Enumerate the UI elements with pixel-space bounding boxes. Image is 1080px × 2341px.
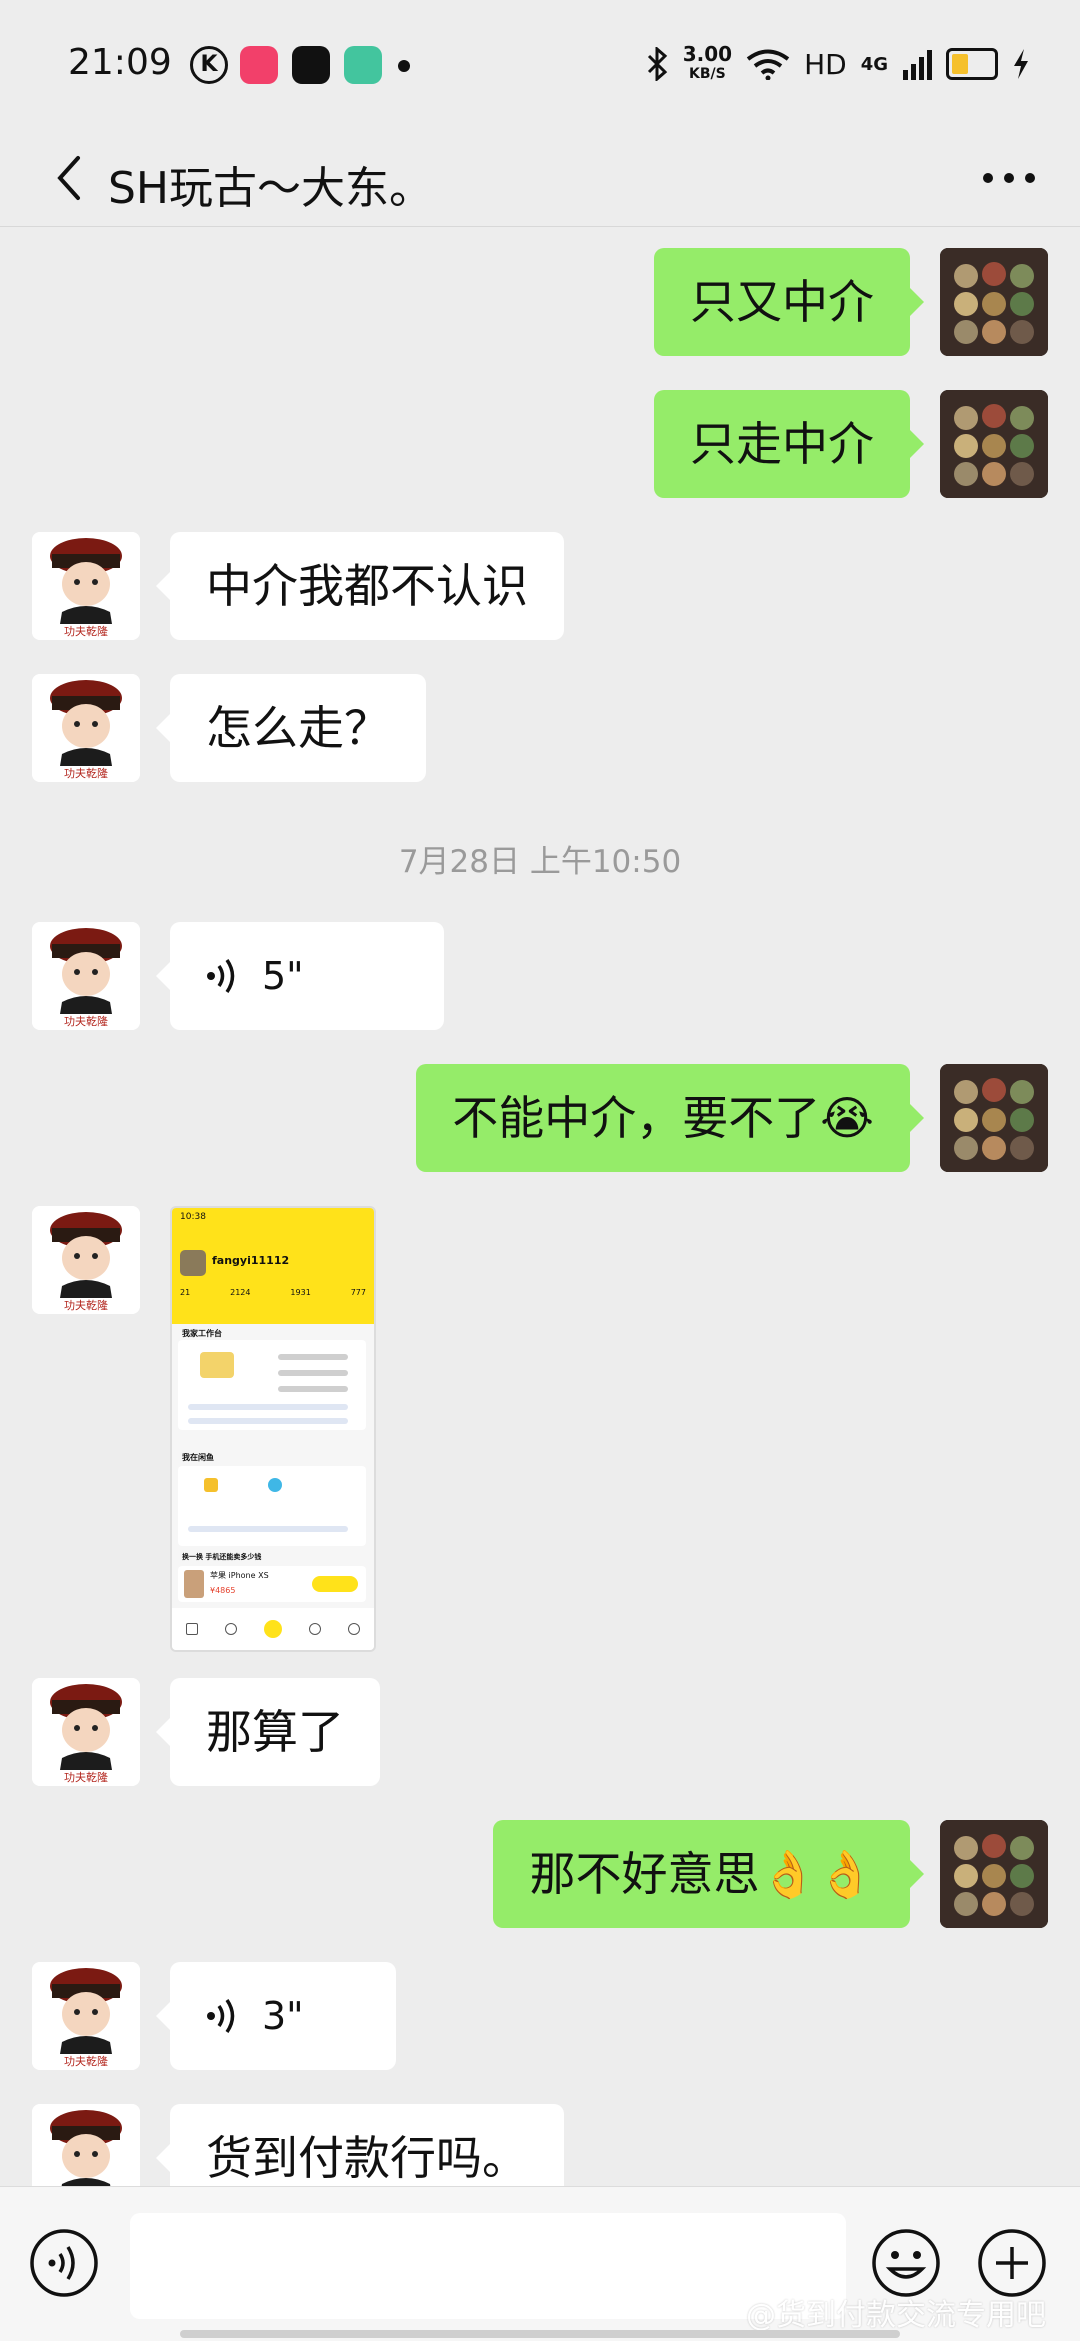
stat-value: 21 <box>180 1288 191 1297</box>
chat-header: SH玩古～大东。 <box>0 130 1080 227</box>
thumbnail-badge <box>200 1352 234 1378</box>
voice-wave-icon <box>207 959 235 993</box>
thumbnail-section-title: 我家工作台 <box>182 1329 222 1338</box>
my-avatar[interactable] <box>940 248 1048 356</box>
message-input[interactable] <box>130 2213 846 2319</box>
thumbnail-stats: 21 2124 1931 777 <box>180 1288 366 1297</box>
incoming-message-bubble[interactable]: 中介我都不认识 <box>156 532 564 640</box>
hd-label: HD <box>804 47 847 81</box>
incoming-message-bubble[interactable]: 那算了 <box>156 1678 380 1786</box>
status-right-group: 3.00 KB/S HD 4G <box>647 42 1030 86</box>
contact-avatar[interactable]: 功夫乾隆 <box>32 1962 140 2070</box>
thumbnail-phone-price: ¥4865 <box>210 1586 236 1595</box>
thumbnail-avatar <box>180 1250 206 1276</box>
contact-avatar[interactable]: 功夫乾隆 <box>32 674 140 782</box>
charging-icon <box>1014 49 1028 79</box>
network-speed: 3.00 KB/S <box>683 44 732 84</box>
more-options-icon[interactable] <box>974 150 1044 206</box>
add-attachment-icon[interactable] <box>976 2227 1048 2299</box>
speed-value: 3.00 <box>682 42 733 66</box>
contact-avatar[interactable]: 功夫乾隆 <box>32 1678 140 1786</box>
svg-text:功夫乾隆: 功夫乾隆 <box>64 1298 108 1312</box>
svg-text:功夫乾隆: 功夫乾隆 <box>64 766 108 780</box>
emoji-icon[interactable] <box>870 2227 942 2299</box>
video-app-icon <box>240 46 278 84</box>
contact-avatar[interactable]: 功夫乾隆 <box>32 532 140 640</box>
thumbnail-time: 10:38 <box>180 1212 206 1222</box>
voice-message-bubble[interactable]: 5" <box>156 922 444 1030</box>
tiktok-icon <box>292 46 330 84</box>
contact-avatar[interactable]: 功夫乾隆 <box>32 922 140 1030</box>
thumbnail-username: fangyi11112 <box>212 1254 290 1267</box>
outgoing-message-bubble[interactable]: 只走中介 <box>654 390 924 498</box>
bluetooth-icon <box>647 47 667 81</box>
incoming-message-bubble[interactable]: 怎么走？ <box>156 674 426 782</box>
thumbnail-card <box>178 1340 366 1430</box>
network-label: 4G <box>860 53 888 75</box>
wifi-icon <box>746 49 790 80</box>
status-bar: 21:09 K 3.00 KB/S HD 4G <box>0 0 1080 130</box>
voice-input-toggle-icon[interactable] <box>28 2227 100 2299</box>
thumbnail-card-2 <box>178 1466 366 1546</box>
voice-duration: 3" <box>262 1994 304 2038</box>
svg-text:功夫乾隆: 功夫乾隆 <box>64 624 108 638</box>
thumbnail-section-title-2: 我在闲鱼 <box>182 1453 214 1462</box>
message-list[interactable]: 只又中介 只走中介 功夫乾隆 中介我都不认识 功夫乾隆 怎么走？ 7月28日 上… <box>0 226 1080 2186</box>
voice-message-bubble[interactable]: 3" <box>156 1962 396 2070</box>
svg-text:功夫乾隆: 功夫乾隆 <box>64 1014 108 1028</box>
my-avatar[interactable] <box>940 1820 1048 1928</box>
stat-value: 2124 <box>230 1288 251 1297</box>
svg-text:功夫乾隆: 功夫乾隆 <box>64 1770 108 1784</box>
battery-icon <box>946 48 998 80</box>
notification-dot <box>398 60 410 72</box>
thumbnail-phone-row: 苹果 iPhone XS ¥4865 <box>178 1566 366 1602</box>
my-avatar[interactable] <box>940 390 1048 498</box>
outgoing-message-bubble[interactable]: 不能中介，要不了😭 <box>416 1064 924 1172</box>
thumbnail-tabbar <box>172 1608 374 1650</box>
svg-text:功夫乾隆: 功夫乾隆 <box>64 2054 108 2068</box>
contact-avatar[interactable]: 功夫乾隆 <box>32 1206 140 1314</box>
speed-unit: KB/S <box>689 66 726 82</box>
chat-title: SH玩古～大东。 <box>108 163 434 214</box>
status-time: 21:09 <box>68 42 172 83</box>
incoming-message-bubble[interactable]: 货到付款行吗。 <box>156 2104 564 2186</box>
voice-duration: 5" <box>262 954 304 998</box>
contact-avatar[interactable]: 功夫乾隆 <box>32 2104 140 2186</box>
voice-wave-icon <box>207 1999 235 2033</box>
message-timestamp: 7月28日 上午10:50 <box>398 844 682 880</box>
gesture-bar[interactable] <box>180 2330 900 2338</box>
back-arrow-icon[interactable] <box>40 148 100 208</box>
outgoing-message-bubble[interactable]: 那不好意思👌👌 <box>493 1820 924 1928</box>
green-app-icon <box>344 46 382 84</box>
stat-value: 777 <box>350 1288 366 1297</box>
stat-value: 1931 <box>290 1288 311 1297</box>
my-avatar[interactable] <box>940 1064 1048 1172</box>
signal-icon <box>903 50 932 80</box>
watermark: @货到付款交流专用吧 <box>746 2298 1046 2333</box>
image-message-thumbnail[interactable]: 10:38 fangyi11112 21 2124 1931 777 我家工作台 <box>170 1206 376 1652</box>
outgoing-message-bubble[interactable]: 只又中介 <box>654 248 924 356</box>
thumbnail-phone-name: 苹果 iPhone XS <box>210 1571 269 1580</box>
k-app-icon: K <box>190 46 228 84</box>
thumbnail-header: 10:38 fangyi11112 21 2124 1931 777 <box>172 1208 374 1324</box>
thumbnail-section-title-3: 换一换 手机还能卖多少钱 <box>182 1553 262 1561</box>
